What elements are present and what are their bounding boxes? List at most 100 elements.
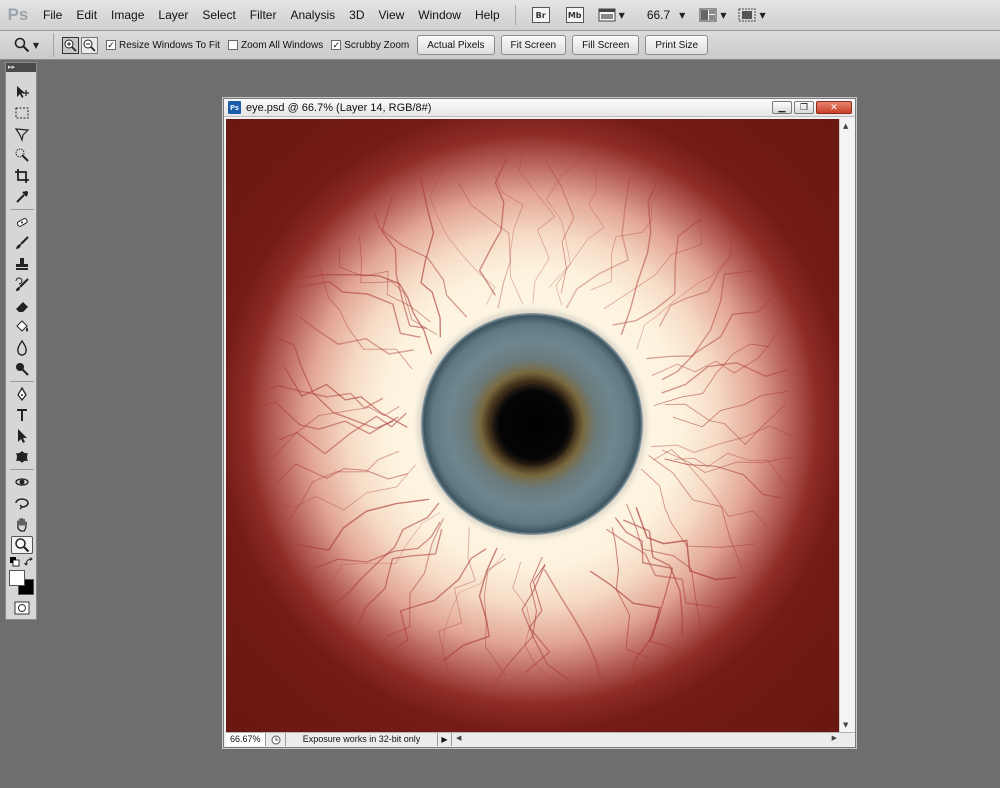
tool-separator	[10, 381, 34, 382]
zoom-out-button[interactable]	[81, 36, 98, 54]
vertical-scrollbar[interactable]: ▲ ▼	[839, 119, 855, 732]
tool-separator	[10, 209, 34, 210]
fit-screen-button[interactable]: Fit Screen	[500, 35, 567, 55]
blood-vessel	[636, 242, 744, 350]
horizontal-scrollbar[interactable]: ◀ ▶	[452, 733, 855, 746]
stamp-icon	[16, 258, 28, 270]
chevron-down-icon: ▼	[759, 10, 766, 20]
restore-button[interactable]: ❐	[794, 101, 814, 114]
blood-vessel	[658, 231, 733, 327]
3d-rotate-tool[interactable]	[11, 473, 33, 491]
zoom-level-dropdown-icon[interactable]: ▼	[679, 11, 685, 20]
blood-vessel	[285, 450, 400, 525]
color-swatches	[9, 570, 35, 596]
minimize-button[interactable]: ▁	[772, 101, 792, 114]
zoom-tool-icon	[14, 37, 30, 53]
crop-tool[interactable]	[11, 167, 33, 185]
pen-tool[interactable]	[11, 385, 33, 403]
zoom-all-windows-checkbox[interactable]: Zoom All Windows	[227, 40, 323, 51]
status-zoom-field[interactable]: 66.67%	[226, 733, 266, 746]
path-selection-tool[interactable]	[11, 427, 33, 445]
status-info-button[interactable]	[266, 733, 286, 746]
menu-edit[interactable]: Edit	[69, 0, 104, 31]
scroll-left-icon[interactable]: ◀	[456, 734, 461, 742]
document-title-bar[interactable]: Ps eye.psd @ 66.7% (Layer 14, RGB/8#) ▁ …	[224, 99, 855, 117]
clone-stamp-tool[interactable]	[11, 255, 33, 273]
menu-3d[interactable]: 3D	[342, 0, 371, 31]
scroll-right-icon[interactable]: ▶	[832, 734, 837, 742]
resize-windows-checkbox[interactable]: ✓ Resize Windows To Fit	[106, 40, 220, 51]
menu-help[interactable]: Help	[468, 0, 507, 31]
quick-mask-button[interactable]	[11, 599, 33, 617]
swap-colors-icon[interactable]	[24, 557, 34, 567]
foreground-color-swatch[interactable]	[9, 570, 25, 586]
menu-separator	[514, 5, 516, 25]
scroll-up-icon[interactable]: ▲	[843, 122, 848, 130]
marquee-tool[interactable]	[11, 104, 33, 122]
paint-bucket-tool[interactable]	[11, 318, 33, 336]
quick-selection-tool[interactable]	[11, 146, 33, 164]
history-brush-icon	[15, 277, 29, 291]
menu-window[interactable]: Window	[411, 0, 468, 31]
move-tool[interactable]	[11, 83, 33, 101]
view-extras-button[interactable]: ▼	[598, 5, 625, 25]
history-brush-tool[interactable]	[11, 276, 33, 294]
lasso-tool[interactable]	[11, 125, 33, 143]
status-menu-arrow-icon[interactable]: ▶	[438, 733, 452, 746]
dodge-tool[interactable]	[11, 360, 33, 378]
menu-bar: Ps File Edit Image Layer Select Filter A…	[0, 0, 1000, 31]
print-size-button[interactable]: Print Size	[645, 35, 709, 55]
zoom-tool[interactable]	[11, 536, 33, 554]
zoom-level-field[interactable]: 66.7	[647, 8, 670, 22]
close-button[interactable]: ✕	[816, 101, 852, 114]
eraser-tool[interactable]	[11, 297, 33, 315]
tools-panel-collapse-handle[interactable]: ▸▸	[6, 63, 36, 72]
menu-layer[interactable]: Layer	[151, 0, 195, 31]
eyedropper-tool[interactable]	[11, 188, 33, 206]
screen-mode-button[interactable]: ▼	[738, 5, 766, 25]
pupil	[492, 384, 574, 466]
brush-tool[interactable]	[11, 234, 33, 252]
custom-shape-tool[interactable]	[11, 448, 33, 466]
polygon-lasso-icon	[14, 128, 30, 142]
checkbox-checked-icon: ✓	[106, 40, 116, 50]
blur-tool[interactable]	[11, 339, 33, 357]
info-clock-icon	[271, 735, 280, 744]
spot-healing-tool[interactable]	[11, 213, 33, 231]
menu-filter[interactable]: Filter	[243, 0, 284, 31]
brush-icon	[16, 236, 29, 249]
checkbox-unchecked-icon	[227, 40, 238, 50]
default-colors-icon[interactable]	[10, 557, 20, 567]
actual-pixels-button[interactable]: Actual Pixels	[417, 35, 495, 55]
hand-tool[interactable]	[11, 515, 33, 533]
blood-vessel	[458, 182, 511, 309]
menu-select[interactable]: Select	[195, 0, 242, 31]
menu-image[interactable]: Image	[104, 0, 151, 31]
arrange-documents-button[interactable]: ▼	[699, 5, 726, 25]
menu-view[interactable]: View	[371, 0, 411, 31]
scroll-down-icon[interactable]: ▼	[843, 721, 848, 729]
fill-screen-button[interactable]: Fill Screen	[572, 35, 640, 55]
blood-vessel	[651, 316, 789, 377]
blood-vessel	[338, 245, 431, 323]
hand-icon	[17, 517, 27, 532]
type-tool[interactable]	[11, 406, 33, 424]
blood-vessel	[545, 160, 575, 294]
chevron-down-icon: ▼	[720, 10, 727, 20]
menu-file[interactable]: File	[36, 0, 69, 31]
type-icon	[17, 409, 27, 421]
tool-preset-picker[interactable]: ▼	[0, 33, 54, 57]
chevron-down-icon: ▼	[618, 10, 625, 20]
scrubby-zoom-checkbox[interactable]: ✓ Scrubby Zoom	[331, 40, 409, 51]
image-canvas[interactable]	[226, 119, 839, 732]
3d-orbit-tool[interactable]	[11, 494, 33, 512]
blood-vessel	[353, 529, 443, 635]
eraser-icon	[16, 302, 28, 312]
pen-icon	[17, 386, 27, 402]
bridge-icon: Br	[531, 7, 550, 23]
mini-bridge-button[interactable]: Mb	[564, 5, 586, 25]
bridge-button[interactable]: Br	[530, 5, 552, 25]
blood-vessel	[646, 269, 759, 360]
menu-analysis[interactable]: Analysis	[283, 0, 342, 31]
zoom-in-button[interactable]	[62, 36, 79, 54]
